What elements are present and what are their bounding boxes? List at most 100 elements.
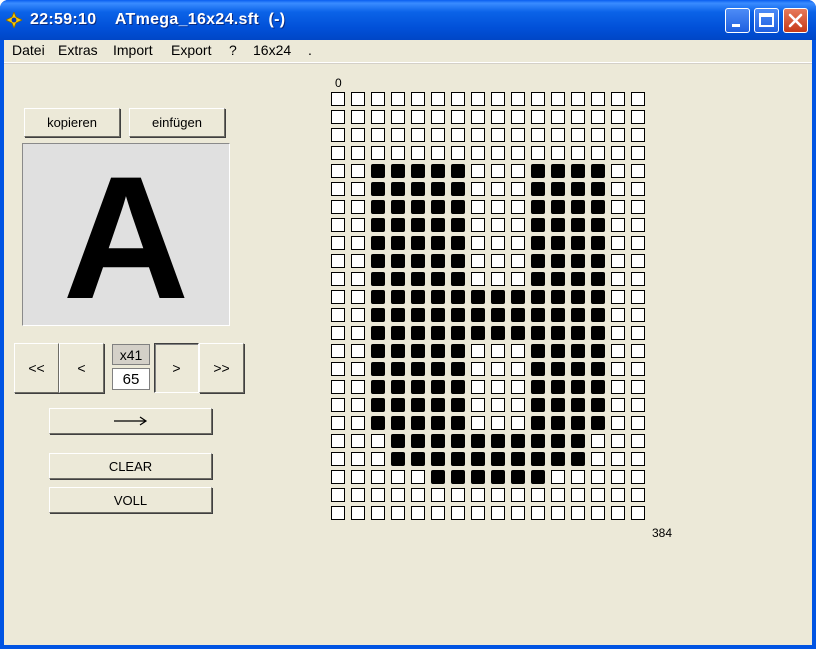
prev-char-button[interactable]: < [59,343,104,393]
pixel-cell[interactable] [511,488,525,502]
pixel-cell[interactable] [431,164,445,178]
pixel-cell[interactable] [391,344,405,358]
pixel-cell[interactable] [631,128,645,142]
menu-extras[interactable]: Extras [58,42,98,58]
pixel-cell[interactable] [611,92,625,106]
pixel-cell[interactable] [551,380,565,394]
pixel-cell[interactable] [631,290,645,304]
pixel-cell[interactable] [331,128,345,142]
pixel-cell[interactable] [391,164,405,178]
pixel-cell[interactable] [511,92,525,106]
pixel-cell[interactable] [551,164,565,178]
pixel-grid[interactable] [331,92,651,524]
pixel-cell[interactable] [431,272,445,286]
pixel-cell[interactable] [451,308,465,322]
pixel-cell[interactable] [491,290,505,304]
pixel-cell[interactable] [371,344,385,358]
pixel-cell[interactable] [551,254,565,268]
pixel-cell[interactable] [331,308,345,322]
pixel-cell[interactable] [611,488,625,502]
pixel-cell[interactable] [351,434,365,448]
pixel-cell[interactable] [391,416,405,430]
pixel-cell[interactable] [351,416,365,430]
maximize-button[interactable] [754,8,779,33]
pixel-cell[interactable] [371,92,385,106]
pixel-cell[interactable] [551,200,565,214]
pixel-cell[interactable] [411,272,425,286]
menu-import[interactable]: Import [113,42,153,58]
pixel-cell[interactable] [611,254,625,268]
pixel-cell[interactable] [531,416,545,430]
pixel-cell[interactable] [411,434,425,448]
pixel-cell[interactable] [571,416,585,430]
pixel-cell[interactable] [591,434,605,448]
pixel-cell[interactable] [411,236,425,250]
pixel-cell[interactable] [571,326,585,340]
pixel-cell[interactable] [531,452,545,466]
pixel-cell[interactable] [491,344,505,358]
pixel-cell[interactable] [471,290,485,304]
next-char-button[interactable]: > [154,343,199,393]
close-button[interactable] [783,8,808,33]
pixel-cell[interactable] [571,182,585,196]
pixel-cell[interactable] [351,290,365,304]
pixel-cell[interactable] [571,146,585,160]
pixel-cell[interactable] [391,308,405,322]
pixel-cell[interactable] [431,128,445,142]
pixel-cell[interactable] [631,488,645,502]
pixel-cell[interactable] [511,470,525,484]
pixel-cell[interactable] [331,470,345,484]
pixel-cell[interactable] [531,506,545,520]
pixel-cell[interactable] [451,182,465,196]
pixel-cell[interactable] [491,146,505,160]
pixel-cell[interactable] [611,200,625,214]
pixel-cell[interactable] [551,506,565,520]
pixel-cell[interactable] [591,218,605,232]
pixel-cell[interactable] [451,506,465,520]
pixel-cell[interactable] [371,254,385,268]
pixel-cell[interactable] [351,326,365,340]
pixel-cell[interactable] [351,92,365,106]
pixel-cell[interactable] [631,146,645,160]
pixel-cell[interactable] [591,362,605,376]
pixel-cell[interactable] [431,200,445,214]
pixel-cell[interactable] [631,236,645,250]
pixel-cell[interactable] [531,308,545,322]
pixel-cell[interactable] [611,452,625,466]
pixel-cell[interactable] [591,326,605,340]
pixel-cell[interactable] [551,326,565,340]
pixel-cell[interactable] [631,308,645,322]
pixel-cell[interactable] [451,164,465,178]
pixel-cell[interactable] [351,236,365,250]
pixel-cell[interactable] [451,452,465,466]
pixel-cell[interactable] [511,308,525,322]
pixel-cell[interactable] [531,146,545,160]
pixel-cell[interactable] [431,416,445,430]
pixel-cell[interactable] [471,326,485,340]
pixel-cell[interactable] [411,164,425,178]
pixel-cell[interactable] [631,434,645,448]
pixel-cell[interactable] [431,92,445,106]
pixel-cell[interactable] [511,200,525,214]
pixel-cell[interactable] [391,362,405,376]
pixel-cell[interactable] [471,398,485,412]
pixel-cell[interactable] [591,254,605,268]
pixel-cell[interactable] [451,218,465,232]
pixel-cell[interactable] [531,326,545,340]
pixel-cell[interactable] [571,506,585,520]
pixel-cell[interactable] [411,290,425,304]
pixel-cell[interactable] [531,362,545,376]
pixel-cell[interactable] [371,290,385,304]
pixel-cell[interactable] [371,236,385,250]
pixel-cell[interactable] [631,254,645,268]
pixel-cell[interactable] [611,470,625,484]
pixel-cell[interactable] [531,380,545,394]
pixel-cell[interactable] [591,452,605,466]
pixel-cell[interactable] [471,506,485,520]
pixel-cell[interactable] [371,218,385,232]
pixel-cell[interactable] [631,218,645,232]
pixel-cell[interactable] [511,110,525,124]
pixel-cell[interactable] [631,452,645,466]
pixel-cell[interactable] [391,182,405,196]
pixel-cell[interactable] [471,344,485,358]
